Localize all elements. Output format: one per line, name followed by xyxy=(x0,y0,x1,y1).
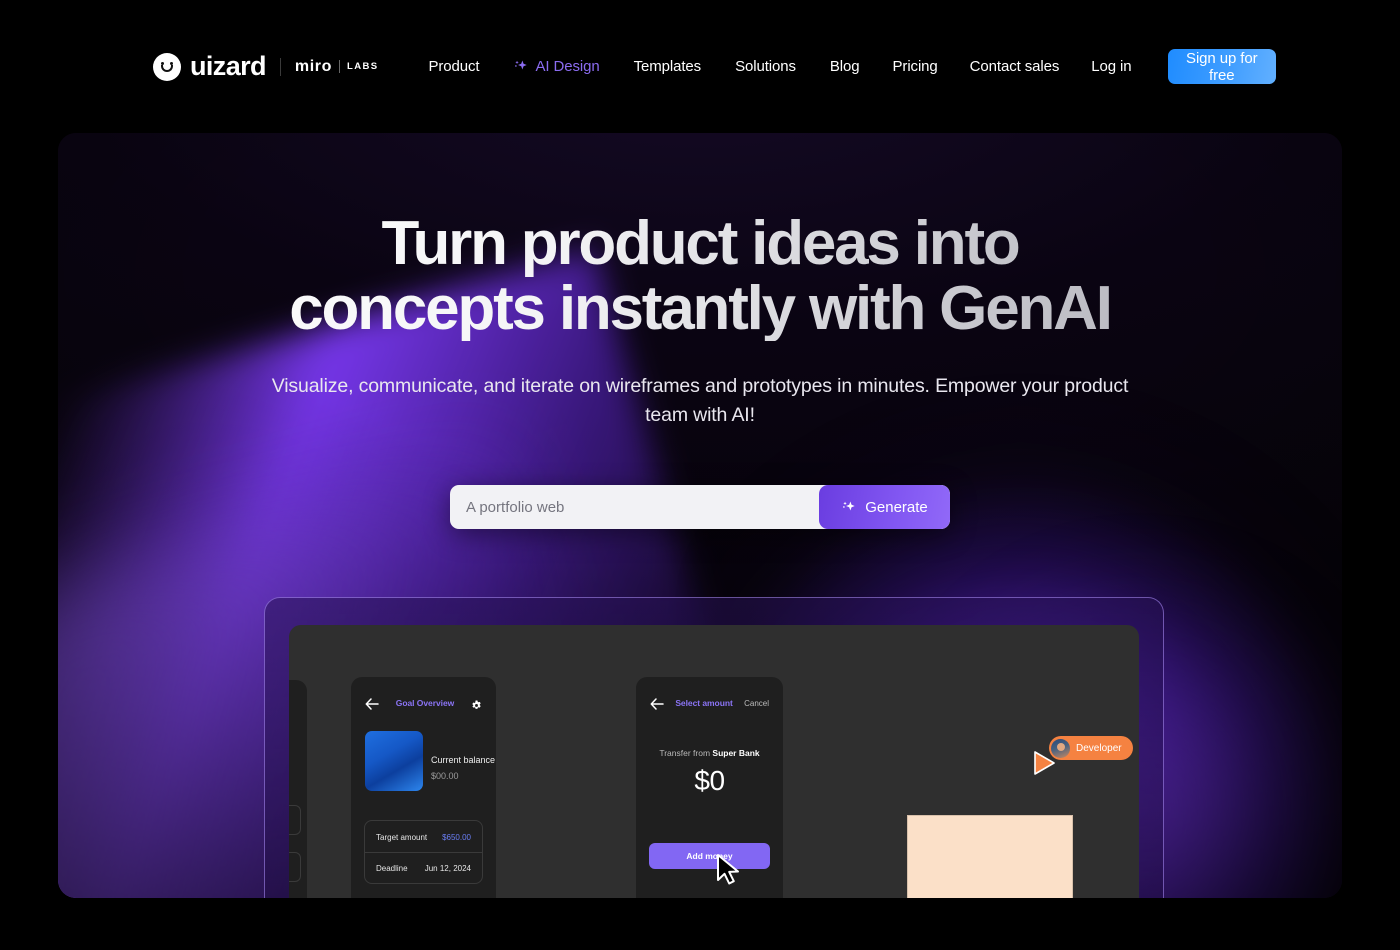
hero-section: Turn product ideas into concepts instant… xyxy=(58,133,1342,898)
placeholder-block xyxy=(289,805,301,835)
prompt-bar: Generate xyxy=(450,485,950,529)
select-amount-card[interactable]: Select amount Cancel Transfer from Super… xyxy=(636,677,783,898)
transfer-bank-name: Super Bank xyxy=(712,748,760,758)
headline-line-1: Turn product ideas into xyxy=(381,209,1019,278)
back-arrow-icon[interactable] xyxy=(650,697,664,710)
nav-item-ai-design-label: AI Design xyxy=(535,58,600,75)
nav-item-templates[interactable]: Templates xyxy=(617,58,718,75)
primary-nav-links: Product AI Design Templates Solutions Bl… xyxy=(411,58,876,75)
table-row: Deadline Jun 12, 2024 xyxy=(365,853,482,884)
page-title: Turn product ideas into concepts instant… xyxy=(58,211,1342,341)
top-navigation-bar: uizard miro LABS Product AI Design Templ… xyxy=(0,0,1400,133)
miro-labs-lockup: miro LABS xyxy=(295,58,379,76)
add-money-button[interactable]: Add money xyxy=(649,843,770,869)
nav-item-product[interactable]: Product xyxy=(411,58,496,75)
goal-card-header: Goal Overview xyxy=(351,695,496,711)
sign-up-button[interactable]: Sign up for free xyxy=(1167,49,1276,84)
prompt-input[interactable] xyxy=(450,485,819,529)
collaborator-name: Developer xyxy=(1076,742,1122,754)
collaborator-badge: Developer xyxy=(1049,736,1133,760)
logo-divider xyxy=(279,57,281,76)
nav-item-pricing[interactable]: Pricing xyxy=(877,58,954,75)
row-key: Deadline xyxy=(376,864,408,873)
nav-item-log-in[interactable]: Log in xyxy=(1075,58,1147,75)
partial-card-left xyxy=(289,680,307,898)
miro-wordmark: miro xyxy=(294,57,332,75)
hero-subtitle: Visualize, communicate, and iterate on w… xyxy=(271,375,1129,426)
nav-item-blog[interactable]: Blog xyxy=(813,58,877,75)
row-value: Jun 12, 2024 xyxy=(424,864,471,873)
goal-thumbnail xyxy=(365,731,423,791)
peach-shape[interactable] xyxy=(907,815,1073,898)
generate-button-label: Generate xyxy=(865,498,928,516)
amount-value: $0 xyxy=(694,765,725,796)
headline-line-2: concepts instantly with GenAI xyxy=(289,274,1111,344)
nav-item-ai-design[interactable]: AI Design xyxy=(496,58,616,75)
amount-card-title: Select amount xyxy=(675,698,733,708)
logo-wordmark: uizard xyxy=(190,51,267,81)
app-mockup-frame: Goal Overview Current balance $00.00 Tar… xyxy=(264,597,1164,898)
sparkle-icon xyxy=(513,59,528,74)
goal-overview-card[interactable]: Goal Overview Current balance $00.00 Tar… xyxy=(351,677,496,898)
balance-value: $00.00 xyxy=(431,771,459,781)
uizard-smiley-icon xyxy=(153,52,181,81)
gear-icon[interactable] xyxy=(471,698,482,709)
goal-info-box: Target amount $650.00 Deadline Jun 12, 2… xyxy=(364,820,483,884)
nav-item-solutions[interactable]: Solutions xyxy=(718,58,813,75)
generate-button[interactable]: Generate xyxy=(819,485,950,529)
amount-card-header: Select amount Cancel xyxy=(636,695,783,711)
row-value: $650.00 xyxy=(442,832,471,842)
placeholder-block xyxy=(289,852,301,882)
labs-label: LABS xyxy=(347,61,379,72)
uizard-logo[interactable]: uizard xyxy=(153,51,267,81)
back-arrow-icon[interactable] xyxy=(365,697,379,710)
goal-card-title: Goal Overview xyxy=(395,698,455,708)
mouse-cursor-icon xyxy=(715,853,745,887)
nav-left-group: uizard miro LABS Product AI Design Templ… xyxy=(153,51,877,81)
avatar xyxy=(1051,738,1070,758)
sparkle-icon xyxy=(841,500,856,515)
design-canvas[interactable]: Goal Overview Current balance $00.00 Tar… xyxy=(289,625,1139,898)
transfer-source-text: Transfer from Super Bank xyxy=(636,748,783,758)
row-key: Target amount xyxy=(376,832,428,842)
transfer-prefix: Transfer from xyxy=(659,748,713,758)
miro-separator xyxy=(339,60,340,73)
nav-item-contact-sales[interactable]: Contact sales xyxy=(954,58,1076,75)
table-row: Target amount $650.00 xyxy=(365,822,482,853)
balance-label: Current balance xyxy=(431,755,496,765)
nav-right-group: Pricing Contact sales Log in Sign up for… xyxy=(877,49,1276,84)
cancel-button[interactable]: Cancel xyxy=(744,699,769,708)
